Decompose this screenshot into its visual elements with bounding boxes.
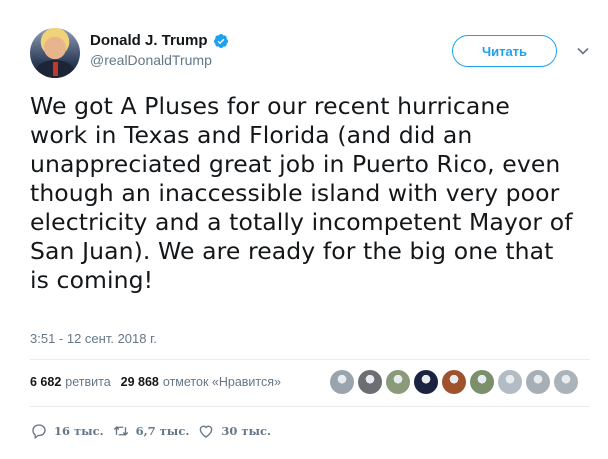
verified-badge-icon xyxy=(213,33,228,48)
author-info: Donald J. Trump @realDonaldTrump xyxy=(90,32,229,68)
author-name-row: Donald J. Trump xyxy=(90,32,229,49)
reply-count: 16 тыс. xyxy=(54,424,104,438)
chevron-down-icon[interactable] xyxy=(576,44,590,58)
liker-avatar[interactable] xyxy=(554,370,578,394)
retweet-count: 6,7 тыс. xyxy=(135,424,190,438)
retweets-stat[interactable]: 6 682 ретвита xyxy=(30,375,111,389)
tweet-text: We got A Pluses for our recent hurricane… xyxy=(30,92,573,294)
liker-avatar[interactable] xyxy=(442,370,466,394)
tweet-stats: 6 682 ретвита 29 868 отметок «Нравится» xyxy=(30,372,291,392)
like-count: 30 тыс. xyxy=(221,424,272,438)
tweet-header: Donald J. Trump @realDonaldTrump Читать xyxy=(30,28,590,80)
liker-avatar[interactable] xyxy=(414,370,438,394)
liker-avatar[interactable] xyxy=(498,370,522,394)
likes-count: 29 868 xyxy=(120,375,159,389)
tweet-timestamp[interactable]: 3:51 - 12 сент. 2018 г. xyxy=(30,331,157,346)
liker-avatar[interactable] xyxy=(386,370,410,394)
heart-icon xyxy=(200,425,213,438)
liker-avatar[interactable] xyxy=(330,370,354,394)
reply-button[interactable]: 16 тыс. xyxy=(30,422,104,440)
retweet-icon xyxy=(113,426,128,436)
retweets-label: ретвита xyxy=(65,375,111,389)
liker-avatar[interactable] xyxy=(470,370,494,394)
follow-button[interactable]: Читать xyxy=(452,35,557,67)
tweet-actions: 16 тыс. 6,7 тыс. 30 тыс. xyxy=(30,422,279,440)
author-name[interactable]: Donald J. Trump xyxy=(90,32,208,49)
divider xyxy=(30,406,590,407)
liker-avatars xyxy=(330,370,578,394)
avatar-tie xyxy=(53,62,58,76)
retweets-count: 6 682 xyxy=(30,375,62,389)
retweet-button[interactable]: 6,7 тыс. xyxy=(112,422,190,440)
divider xyxy=(30,359,590,360)
author-avatar[interactable] xyxy=(30,28,80,78)
likes-label: отметок «Нравится» xyxy=(162,375,281,389)
liker-avatar[interactable] xyxy=(526,370,550,394)
reply-icon xyxy=(32,424,46,440)
liker-avatar[interactable] xyxy=(358,370,382,394)
like-button[interactable]: 30 тыс. xyxy=(197,422,271,440)
author-handle[interactable]: @realDonaldTrump xyxy=(90,52,229,68)
likes-stat[interactable]: 29 868 отметок «Нравится» xyxy=(121,375,281,389)
